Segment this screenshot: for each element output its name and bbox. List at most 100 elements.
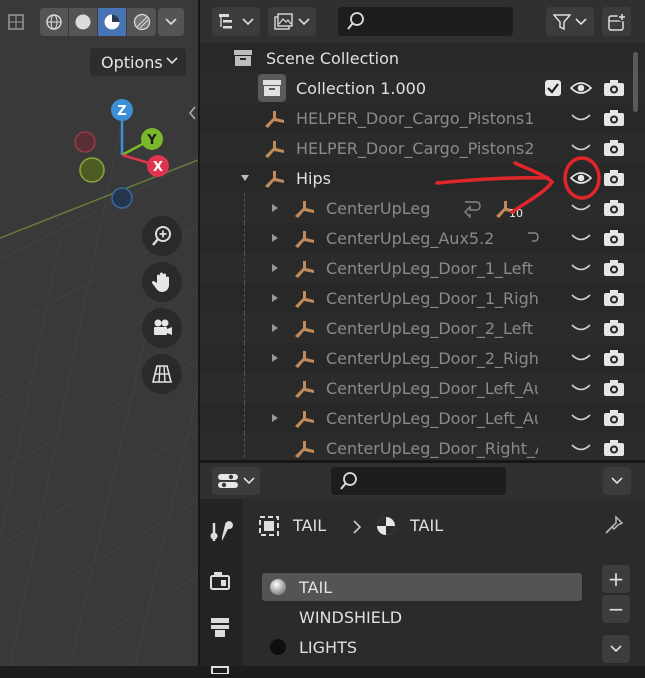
outliner-scrollbar[interactable] — [633, 52, 638, 112]
expand-arrow-icon[interactable] — [270, 293, 280, 303]
properties-panel: TAIL TAIL TAIL WINDSHIELD LIGHTS + − — [200, 463, 645, 675]
tree-row[interactable]: CenterUpLeg_Door_2_Left — [200, 313, 645, 343]
tree-row-scene-collection[interactable]: Scene Collection — [200, 43, 645, 73]
armature-bone-icon — [295, 381, 314, 398]
remove-material-slot-button[interactable]: − — [602, 595, 630, 623]
add-material-slot-button[interactable]: + — [602, 565, 630, 593]
tab-output[interactable] — [208, 614, 234, 644]
expand-arrow-icon[interactable] — [270, 323, 280, 333]
eye-icon[interactable] — [570, 170, 592, 186]
tree-row[interactable]: CenterUpLeg_Door_Right_A — [200, 433, 645, 460]
eye-hidden-icon[interactable] — [570, 140, 592, 156]
eye-hidden-icon[interactable] — [570, 440, 592, 456]
eye-hidden-icon[interactable] — [570, 260, 592, 276]
child-count-badge: 10 — [509, 207, 523, 220]
tree-indent-line — [244, 403, 245, 433]
pan-button[interactable] — [142, 262, 182, 302]
filter-dropdown[interactable] — [546, 7, 594, 36]
armature-bone-icon — [265, 141, 284, 158]
tree-row[interactable]: CenterUpLeg_Door_2_Righ — [200, 343, 645, 373]
editor-type-dropdown[interactable] — [212, 467, 260, 495]
tree-indent-line — [244, 373, 245, 403]
tree-row[interactable]: HELPER_Door_Cargo_Pistons1 — [200, 103, 645, 133]
tree-row[interactable]: CenterUpLeg_Door_1_Left — [200, 253, 645, 283]
camera-icon[interactable] — [603, 379, 625, 397]
eye-hidden-icon[interactable] — [570, 410, 592, 426]
new-collection-icon — [607, 12, 626, 31]
3d-viewport[interactable]: Options Z Y X — [0, 0, 198, 666]
tree-row[interactable]: CenterUpLeg_Door_Left_Au — [200, 373, 645, 403]
display-mode-dropdown[interactable] — [212, 7, 260, 36]
expand-arrow-icon[interactable] — [270, 353, 280, 363]
new-collection-button[interactable] — [602, 7, 631, 36]
camera-icon[interactable] — [603, 289, 625, 307]
properties-search-input[interactable] — [331, 467, 506, 495]
tab-tool[interactable] — [208, 519, 234, 549]
tab-view-layer[interactable] — [208, 659, 234, 678]
grid-perspective-icon — [151, 365, 173, 383]
eye-icon[interactable] — [570, 80, 592, 96]
search-icon — [340, 472, 357, 490]
eye-hidden-icon[interactable] — [570, 200, 592, 216]
camera-icon[interactable] — [603, 439, 625, 457]
armature-bone-icon — [265, 111, 284, 128]
zoom-button[interactable] — [142, 216, 182, 256]
outliner-tree: Scene Collection Collection 1.000 HELPER… — [200, 43, 645, 460]
tab-render[interactable] — [208, 569, 234, 599]
tree-row-collection[interactable]: Collection 1.000 — [200, 73, 645, 103]
camera-icon[interactable] — [603, 319, 625, 337]
properties-options-dropdown[interactable] — [603, 467, 631, 495]
tree-row-label: Hips — [296, 168, 331, 188]
eye-hidden-icon[interactable] — [570, 320, 592, 336]
armature-bone-icon — [265, 171, 284, 188]
expand-arrow-icon[interactable] — [270, 263, 280, 273]
camera-icon[interactable] — [603, 409, 625, 427]
pin-icon[interactable] — [604, 515, 624, 535]
expand-arrow-icon[interactable] — [270, 203, 280, 213]
x-axis-label: X — [153, 160, 163, 175]
outliner-search-input[interactable] — [338, 7, 513, 36]
tree-row[interactable]: HELPER_Door_Cargo_Pistons2 — [200, 133, 645, 163]
outliner-header — [200, 0, 645, 42]
tree-row[interactable]: CenterUpLeg_Door_1_Righ — [200, 283, 645, 313]
ortho-toggle-button[interactable] — [142, 354, 182, 394]
eye-hidden-icon[interactable] — [570, 110, 592, 126]
eye-hidden-icon[interactable] — [570, 350, 592, 366]
camera-view-button[interactable] — [142, 308, 182, 348]
exclude-checkbox[interactable] — [545, 80, 561, 96]
material-slot[interactable]: TAIL — [262, 573, 582, 601]
camera-icon[interactable] — [603, 259, 625, 277]
expand-arrow-icon[interactable] — [240, 173, 250, 183]
collapse-sidebar-arrow[interactable] — [186, 104, 198, 122]
camera-icon[interactable] — [603, 109, 625, 127]
navigation-gizmo[interactable]: Z Y X — [0, 0, 198, 220]
tree-row[interactable]: CenterUpLeg_Door_Left_Au — [200, 403, 645, 433]
neg-z-axis-icon[interactable] — [111, 187, 133, 209]
eye-hidden-icon[interactable] — [570, 230, 592, 246]
camera-icon[interactable] — [603, 169, 625, 187]
material-preview-icon — [270, 579, 286, 595]
armature-bone-icon — [295, 321, 314, 338]
expand-arrow-icon[interactable] — [270, 413, 280, 423]
tree-row[interactable]: Hips — [200, 163, 645, 193]
camera-icon[interactable] — [603, 229, 625, 247]
material-slot[interactable]: LIGHTS — [262, 633, 582, 661]
output-printer-icon — [211, 618, 229, 637]
filter-type-dropdown[interactable] — [268, 7, 316, 36]
camera-icon[interactable] — [603, 349, 625, 367]
eye-hidden-icon[interactable] — [570, 290, 592, 306]
z-axis-label: Z — [117, 104, 126, 119]
armature-bone-icon — [295, 291, 314, 308]
eye-hidden-icon[interactable] — [570, 380, 592, 396]
neg-x-axis-icon[interactable] — [74, 131, 96, 153]
material-specials-dropdown[interactable] — [602, 635, 630, 663]
camera-icon[interactable] — [603, 139, 625, 157]
camera-icon[interactable] — [603, 79, 625, 97]
tree-row[interactable]: CenterUpLeg_Aux5.2 — [200, 223, 645, 253]
camera-icon[interactable] — [603, 199, 625, 217]
tree-row[interactable]: CenterUpLeg 10 — [200, 193, 645, 223]
expand-arrow-icon[interactable] — [270, 233, 280, 243]
material-slot[interactable]: WINDSHIELD — [262, 603, 582, 631]
neg-y-axis-icon[interactable] — [79, 157, 105, 183]
checkmark-icon — [547, 83, 559, 94]
